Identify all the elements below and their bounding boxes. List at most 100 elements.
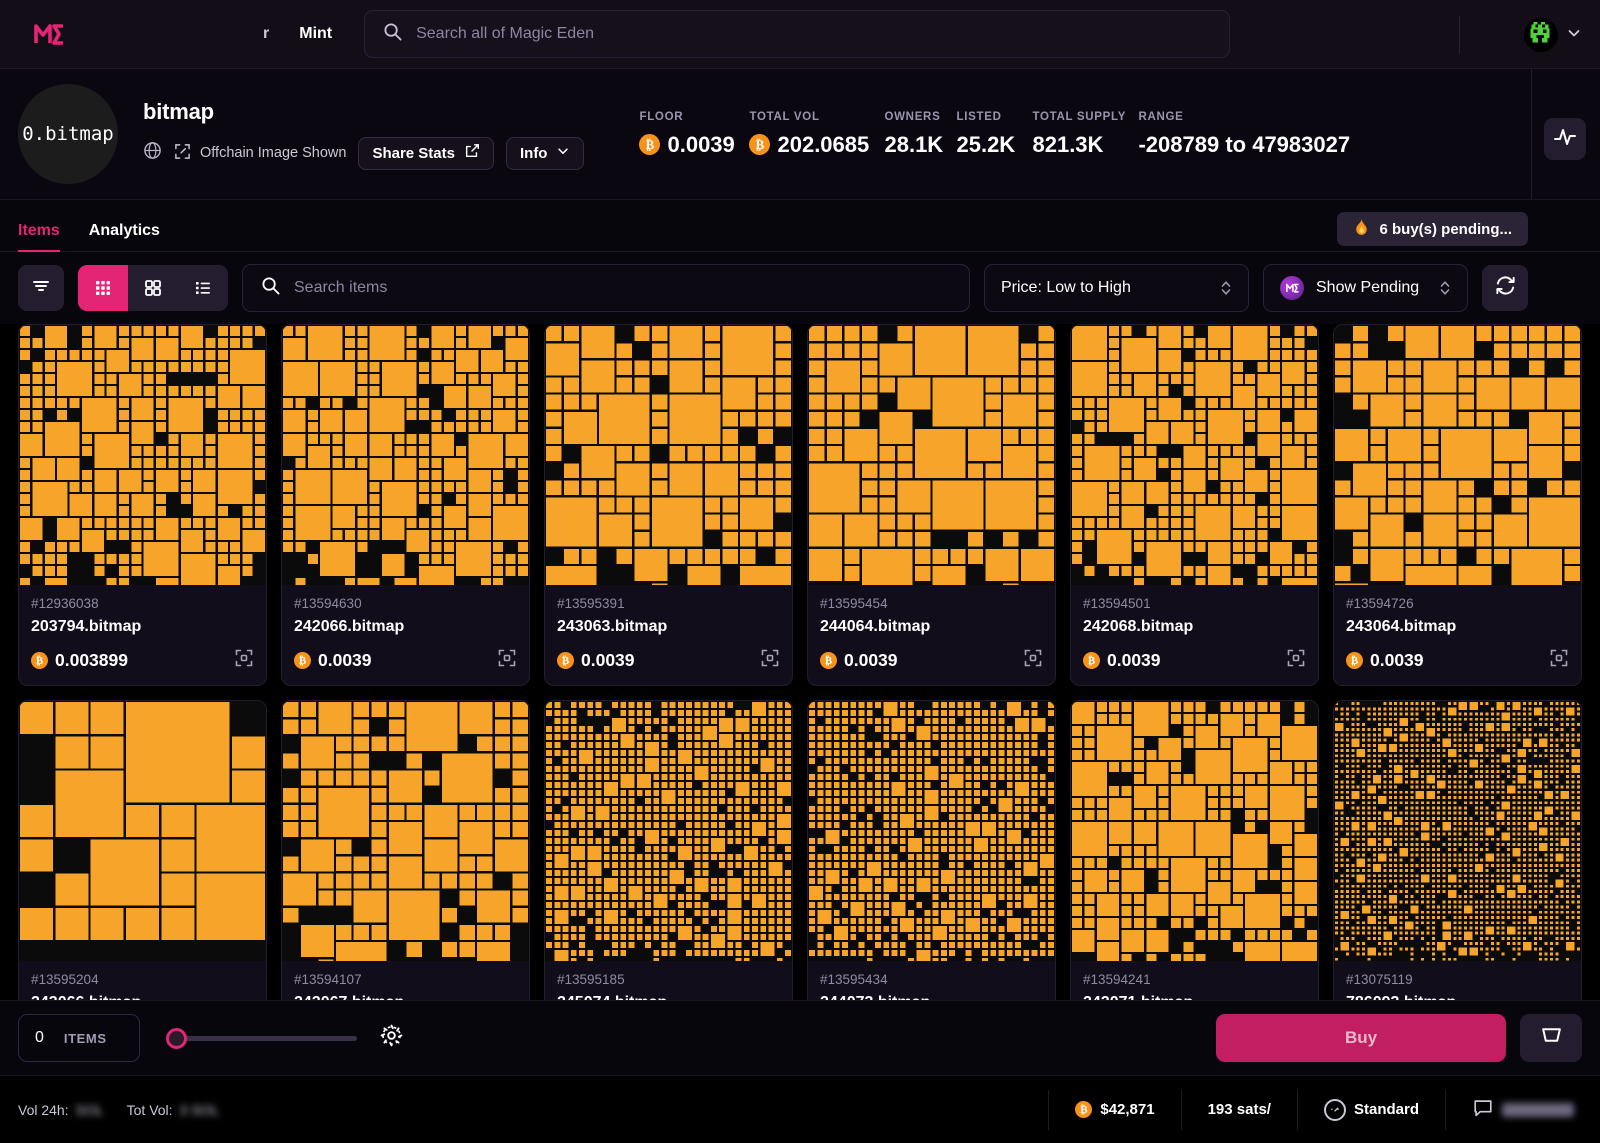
gas-fee-value: 193 sats/ [1207,1101,1271,1118]
item-bitmap-image [1071,701,1318,961]
item-card[interactable]: #13594107 242067.bitmap [281,700,530,1025]
view-mode-list-button[interactable] [178,265,228,311]
gas-fee-cell[interactable]: 193 sats/ [1180,1089,1297,1130]
top-navigation-bar: r Mint Search all of Magic Eden [0,0,1600,69]
item-quick-view-icon[interactable] [1286,648,1306,673]
collection-avatar: 0.bitmap [18,84,118,184]
collection-header: 0.bitmap bitmap Offchain Image Shown Sha… [0,69,1600,200]
filter-button[interactable] [18,265,64,311]
item-price: ₿ 0.003899 [31,650,128,671]
stat-total-supply-value: 821.3K [1032,131,1104,157]
search-icon [261,276,280,300]
item-card[interactable]: #13595185 245074.bitmap [544,700,793,1025]
item-card[interactable]: #12936038 203794.bitmap ₿ 0.003899 [18,324,267,686]
nav-link-r[interactable]: r [263,25,269,43]
item-inscription-id: #13595434 [820,972,888,987]
global-search-placeholder: Search all of Magic Eden [416,25,594,42]
item-bitmap-image [1334,325,1581,585]
chevron-down-icon [556,144,570,162]
items-search-placeholder: Search items [294,279,388,296]
pending-buys-badge[interactable]: 6 buy(s) pending... [1337,212,1528,246]
item-name: 243064.bitmap [1346,618,1457,635]
item-card[interactable]: #13594630 242066.bitmap ₿ 0.0039 [281,324,530,686]
show-pending-select[interactable]: Show Pending [1263,264,1468,312]
item-card[interactable]: #13595454 244064.bitmap ₿ 0.0039 [807,324,1056,686]
quantity-slider[interactable] [166,1027,357,1049]
offchain-label: Offchain Image Shown [200,145,347,161]
share-stats-button[interactable]: Share Stats [358,136,494,170]
item-quick-view-icon[interactable] [760,648,780,673]
user-avatar[interactable] [1524,17,1558,52]
global-search-input[interactable]: Search all of Magic Eden [364,10,1231,58]
items-count-value: 0 [35,1029,44,1046]
sort-select[interactable]: Price: Low to High [984,264,1249,312]
item-card[interactable]: #13594501 242068.bitmap ₿ 0.0039 [1070,324,1319,686]
account-chevron-down-icon[interactable] [1566,25,1582,45]
activity-chart-button[interactable] [1544,118,1586,160]
chat-cell[interactable] [1445,1089,1600,1130]
view-mode-small-grid-button[interactable] [78,265,128,311]
nav-right-section [1524,0,1582,69]
stat-listed-label: LISTED [956,110,1002,123]
quantity-slider-knob[interactable] [166,1027,187,1049]
magic-eden-logo-icon[interactable] [30,19,68,49]
cart-button[interactable] [1520,1014,1582,1062]
info-button[interactable]: Info [505,136,585,170]
item-bitmap-image [19,325,266,585]
item-card[interactable]: #13595391 243063.bitmap ₿ 0.0039 [544,324,793,686]
stat-total-supply-label: TOTAL SUPPLY [1032,110,1127,123]
status-right-group: ₿ $42,871 193 sats/ Standard [1048,1076,1600,1143]
collection-subrow: Offchain Image Shown Share Stats Info [143,136,585,170]
flame-icon [1353,218,1370,241]
item-quick-view-icon[interactable] [497,648,517,673]
item-quick-view-icon[interactable] [234,648,254,673]
items-count-box[interactable]: 0 ITEMS [18,1014,140,1062]
tab-items[interactable]: Items [18,222,60,252]
stat-listed-value: 25.2K [956,131,1016,157]
bitcoin-icon: ₿ [820,652,837,669]
tot-vol-label: Tot Vol: [126,1101,173,1118]
item-card[interactable]: #13595204 243066.bitmap [18,700,267,1025]
item-quick-view-icon[interactable] [1549,648,1569,673]
magic-eden-badge-icon [1280,276,1304,300]
stat-range: RANGE -208789 to 47983027 [1138,111,1350,158]
cart-icon [1539,1023,1564,1053]
item-name: 242068.bitmap [1083,618,1194,635]
items-search-input[interactable]: Search items [242,264,970,312]
item-card[interactable]: #13594726 243064.bitmap ₿ 0.0039 [1333,324,1582,686]
offchain-image-indicator: Offchain Image Shown [174,143,346,164]
stat-range-value: -208789 to 47983027 [1138,131,1351,157]
item-bitmap-image [1071,325,1318,585]
search-icon [383,22,402,46]
bitcoin-icon: ₿ [749,134,771,155]
items-count-label: ITEMS [63,1030,107,1046]
item-inscription-id: #13594241 [1083,972,1151,987]
item-bitmap-image [282,325,529,585]
bottom-action-bar: 0 ITEMS Buy [0,1000,1600,1075]
share-stats-label: Share Stats [372,144,455,162]
buy-button[interactable]: Buy [1216,1014,1506,1062]
item-card[interactable]: #13594241 242071.bitmap [1070,700,1319,1025]
item-quick-view-icon[interactable] [1023,648,1043,673]
btc-price-cell[interactable]: ₿ $42,871 [1048,1089,1180,1130]
item-price: ₿ 0.0039 [1083,650,1161,671]
item-card[interactable]: #13075119 786093.bitmap [1333,700,1582,1025]
stat-total-supply: TOTAL SUPPLY 821.3K [1032,111,1138,158]
btc-price-value: $42,871 [1100,1101,1155,1118]
bitcoin-icon: ₿ [1075,1101,1093,1118]
item-bitmap-image [545,325,792,585]
settings-gear-button[interactable] [379,1023,404,1053]
globe-icon[interactable] [143,141,162,165]
view-mode-large-grid-button[interactable] [128,265,178,311]
speed-cell[interactable]: Standard [1296,1089,1445,1130]
nav-link-mint[interactable]: Mint [299,25,332,43]
stat-total-vol-label: TOTAL VOL [749,110,820,123]
item-price: ₿ 0.0039 [557,650,635,671]
bitcoin-icon: ₿ [557,652,574,669]
tab-analytics[interactable]: Analytics [89,222,160,251]
header-vertical-divider [1531,69,1532,199]
refresh-button[interactable] [1482,265,1528,311]
item-card[interactable]: #13595434 244073.bitmap [807,700,1056,1025]
stat-floor-label: FLOOR [639,110,684,123]
collection-tabs: Items Analytics 6 buy(s) pending... [0,200,1600,252]
